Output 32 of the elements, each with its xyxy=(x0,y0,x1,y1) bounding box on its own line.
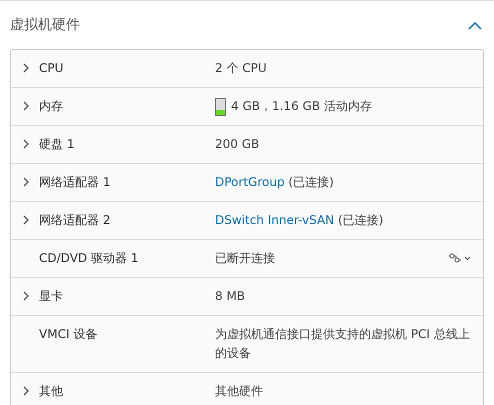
collapse-button[interactable] xyxy=(468,20,482,30)
row-label: 显卡 xyxy=(39,288,63,305)
chevron-right-icon xyxy=(23,215,30,225)
memory-meter xyxy=(215,98,226,116)
row-value: 其他硬件 xyxy=(215,383,263,400)
network-link[interactable]: DPortGroup xyxy=(215,175,285,189)
row-value: 8 MB xyxy=(215,288,246,305)
chevron-right-icon xyxy=(23,177,30,187)
row-value: 4 GB，1.16 GB 活动内存 xyxy=(231,98,372,115)
row-value: 2 个 CPU xyxy=(215,60,267,77)
chevron-right-icon xyxy=(23,139,30,149)
section-title: 虚拟机硬件 xyxy=(10,16,80,34)
row-label: VMCI 设备 xyxy=(39,326,98,343)
chevron-right-icon xyxy=(23,291,30,301)
chevron-right-icon xyxy=(23,386,30,396)
row-value: 200 GB xyxy=(215,136,260,153)
row-label: CD/DVD 驱动器 1 xyxy=(39,250,138,267)
row-label: 网络适配器 1 xyxy=(39,174,110,191)
connection-icon xyxy=(449,253,461,263)
row-value: 为虚拟机通信接口提供支持的虚拟机 PCI 总线上的设备 xyxy=(215,326,471,362)
row-label: 内存 xyxy=(39,98,63,115)
row-label: 硬盘 1 xyxy=(39,136,74,153)
row-label: CPU xyxy=(39,60,64,77)
row-value: 已断开连接 xyxy=(215,250,275,267)
row-label: 网络适配器 2 xyxy=(39,212,110,229)
chevron-right-icon xyxy=(23,63,30,73)
caret-icon xyxy=(464,256,471,260)
chevron-right-icon xyxy=(23,101,30,111)
network-link[interactable]: DSwitch Inner-vSAN xyxy=(215,213,334,227)
row-value: DPortGroup (已连接) xyxy=(215,174,334,191)
row-label: 其他 xyxy=(39,383,63,400)
row-value: DSwitch Inner-vSAN (已连接) xyxy=(215,212,384,229)
